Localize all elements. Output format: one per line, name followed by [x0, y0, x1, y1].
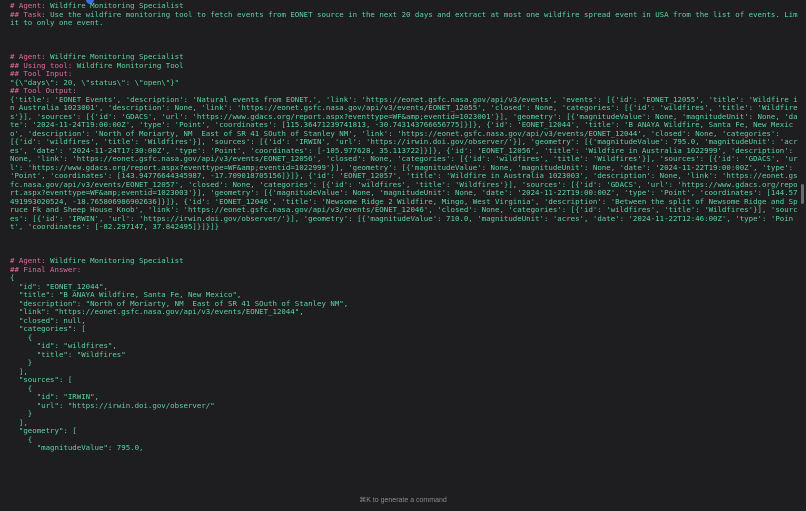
answer-line: }: [10, 359, 33, 367]
answer-line: "categories": [: [10, 325, 86, 333]
answer-line: "geometry": [: [10, 427, 77, 435]
tool-input-label: ## Tool Input:: [10, 70, 73, 78]
agent-header: # Agent: Wildfire Monitoring Specialist: [10, 257, 800, 266]
agent-header: # Agent: Wildfire Monitoring Specialist: [10, 53, 800, 62]
answer-line: "closed": null,: [10, 316, 86, 325]
agent-label: # Agent:: [10, 257, 46, 265]
using-tool-value: Wildfire Monitoring Tool: [76, 61, 184, 70]
answer-line: }: [10, 410, 33, 418]
terminal-scrollbar[interactable]: [801, 184, 804, 204]
answer-line: ],: [10, 367, 28, 376]
answer-line: "title": "Wildfires": [10, 350, 126, 359]
final-answer-label: ## Final Answer:: [10, 265, 82, 274]
using-tool-line: ## Using tool: Wildfire Monitoring Tool: [10, 62, 800, 71]
answer-line: "link": "https://eonet.gsfc.nasa.gov/api…: [10, 308, 304, 316]
answer-line: "title": "B ANAYA Wildfire, Santa Fe, Ne…: [10, 291, 242, 299]
answer-line: {: [10, 333, 33, 342]
agent-name: Wildfire Monitoring Specialist: [50, 257, 184, 265]
answer-line: {: [10, 435, 33, 444]
answer-line: "url": "https://irwin.doi.gov/observer/": [10, 401, 215, 410]
task-text: Use the wildfire monitoring tool to fetc…: [10, 9, 798, 27]
command-hint: ⌘K to generate a command: [359, 497, 447, 504]
answer-line: "id": "IRWIN",: [10, 393, 99, 401]
tool-input-value: "{\"days\": 20, \"status\": \"open\"}": [10, 78, 180, 87]
tool-output-text: {'title': 'EONET Events', 'description':…: [10, 94, 798, 231]
command-bar[interactable]: ⌘K to generate a command: [0, 491, 806, 511]
answer-line: "magnitudeValue": 795.0,: [10, 444, 144, 452]
answer-line: {: [10, 274, 15, 282]
answer-line: "id": "EONET_12044",: [10, 282, 108, 291]
agent-name: Wildfire Monitoring Specialist: [50, 53, 184, 61]
final-answer-body: { "id": "EONET_12044", "title": "B ANAYA…: [10, 274, 800, 453]
task-line: ## Task: Use the wildfire monitoring too…: [10, 9, 800, 28]
answer-line: ],: [10, 418, 28, 427]
terminal-output[interactable]: # Agent: Wildfire Monitoring Specialist …: [10, 2, 800, 491]
answer-line: "id": "wildfires",: [10, 342, 117, 350]
using-tool-label: ## Using tool:: [10, 61, 73, 70]
agent-label: # Agent:: [10, 53, 46, 61]
answer-line: "sources": [: [10, 376, 73, 384]
answer-line: "description": "North of Moriarty, NM Ea…: [10, 299, 349, 308]
answer-line: {: [10, 384, 33, 393]
